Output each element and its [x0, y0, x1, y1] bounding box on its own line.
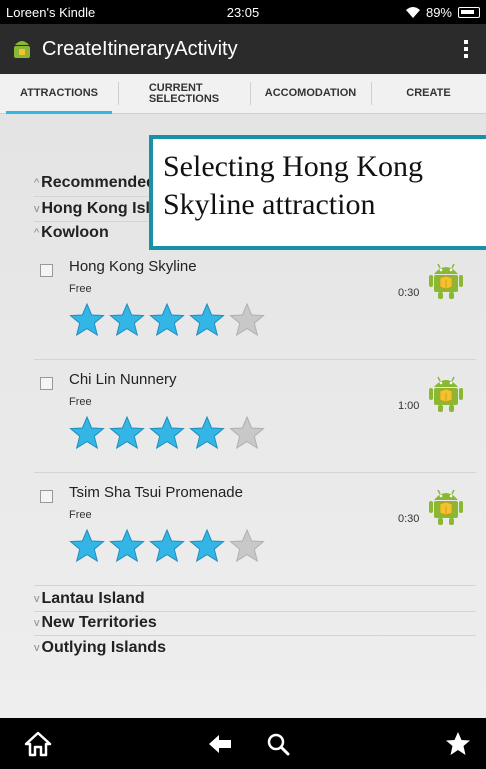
group-outlying-islands[interactable]: v Outlying Islands	[34, 639, 166, 657]
list-item[interactable]: Chi Lin Nunnery Free 1:00	[34, 367, 476, 479]
chevron-down-icon: v	[34, 203, 40, 215]
group-label: Recommended	[41, 174, 156, 191]
list-item[interactable]: Tsim Sha Tsui Promenade Free 0:30	[34, 480, 476, 592]
group-lantau-island[interactable]: v Lantau Island	[34, 590, 145, 608]
group-label: New Territories	[41, 614, 157, 631]
group-label: Lantau Island	[41, 590, 145, 607]
battery-icon	[458, 6, 480, 18]
wifi-icon	[405, 7, 420, 18]
navigation-bar	[0, 718, 486, 769]
action-bar: CreateItineraryActivity	[0, 24, 486, 74]
callout-annotation: Selecting Hong Kong Skyline attraction	[149, 135, 486, 250]
attraction-price: Free	[69, 509, 92, 521]
star-filled-icon	[189, 302, 225, 337]
tab-attractions[interactable]: ATTRACTIONS	[0, 74, 118, 114]
chevron-down-icon: v	[34, 617, 40, 629]
tab-accomodation[interactable]: ACCOMODATION	[250, 74, 371, 113]
rating-stars	[69, 302, 265, 338]
attraction-name: Hong Kong Skyline	[69, 258, 197, 275]
back-icon[interactable]	[206, 730, 234, 758]
rating-stars	[69, 415, 265, 451]
star-filled-icon	[149, 415, 185, 450]
star-empty-icon	[229, 528, 265, 563]
star-filled-icon	[69, 302, 105, 337]
group-label: Outlying Islands	[41, 639, 166, 656]
star-empty-icon	[229, 415, 265, 450]
list-item[interactable]: Hong Kong Skyline Free 0:30	[34, 254, 476, 366]
star-filled-icon	[149, 302, 185, 337]
callout-line-1: Selecting Hong Kong	[163, 150, 423, 183]
star-filled-icon	[109, 302, 145, 337]
attraction-name: Tsim Sha Tsui Promenade	[69, 484, 243, 501]
search-icon[interactable]	[264, 730, 292, 758]
select-checkbox[interactable]	[40, 490, 53, 503]
android-icon	[429, 263, 463, 299]
tab-label: ACCOMODATION	[264, 87, 357, 99]
tab-current-selections[interactable]: CURRENT SELECTIONS	[118, 74, 250, 113]
group-label: Kowloon	[41, 224, 109, 241]
favorites-star-icon[interactable]	[444, 730, 472, 758]
attraction-duration: 0:30	[398, 287, 420, 299]
tab-create[interactable]: CREATE	[371, 74, 486, 113]
star-filled-icon	[109, 415, 145, 450]
overflow-menu-icon[interactable]	[456, 34, 476, 64]
callout-line-2: Skyline attraction	[163, 188, 376, 221]
select-checkbox[interactable]	[40, 377, 53, 390]
attraction-price: Free	[69, 396, 92, 408]
android-icon	[429, 376, 463, 412]
group-recommended[interactable]: ^ Recommended	[34, 174, 156, 192]
attraction-name: Chi Lin Nunnery	[69, 371, 177, 388]
star-filled-icon	[189, 528, 225, 563]
star-empty-icon	[229, 302, 265, 337]
rating-stars	[69, 528, 265, 564]
android-app-icon	[14, 41, 30, 58]
chevron-up-icon: ^	[34, 177, 40, 189]
attraction-duration: 1:00	[398, 400, 420, 412]
status-bar: Loreen's Kindle 23:05 89%	[0, 0, 486, 24]
app-title: CreateItineraryActivity	[42, 37, 238, 60]
attraction-price: Free	[69, 283, 92, 295]
chevron-down-icon: v	[34, 642, 40, 654]
tab-sublabel: SELECTIONS	[148, 92, 220, 105]
star-filled-icon	[149, 528, 185, 563]
chevron-up-icon: ^	[34, 227, 40, 239]
star-filled-icon	[69, 415, 105, 450]
star-filled-icon	[69, 528, 105, 563]
tab-label: ATTRACTIONS	[19, 87, 98, 99]
group-new-territories[interactable]: v New Territories	[34, 614, 157, 632]
battery-percent: 89%	[425, 4, 452, 20]
tab-label: CREATE	[406, 87, 451, 99]
tab-bar: ATTRACTIONS CURRENT SELECTIONS ACCOMODAT…	[0, 74, 486, 114]
attraction-duration: 0:30	[398, 513, 420, 525]
star-filled-icon	[189, 415, 225, 450]
android-icon	[429, 489, 463, 525]
group-kowloon[interactable]: ^ Kowloon	[34, 224, 109, 242]
star-filled-icon	[109, 528, 145, 563]
chevron-down-icon: v	[34, 593, 40, 605]
select-checkbox[interactable]	[40, 264, 53, 277]
home-icon[interactable]	[24, 730, 52, 758]
